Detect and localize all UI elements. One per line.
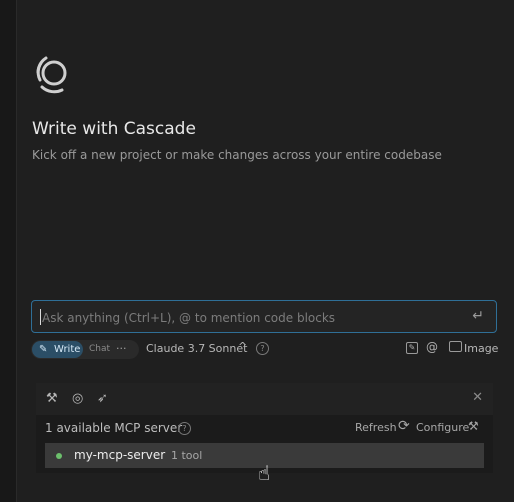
more-options-button[interactable]: ··· — [116, 339, 127, 358]
server-tool-count: 1 tool — [171, 449, 203, 462]
mcp-panel: ⚒ ◎ ➶ ✕ 1 available MCP server ? Refresh… — [36, 383, 493, 473]
pencil-icon: ✎ — [39, 344, 48, 355]
refresh-button[interactable]: Refresh — [355, 421, 397, 434]
help-icon[interactable]: ? — [256, 342, 269, 355]
enter-icon[interactable]: ↵ — [472, 308, 484, 324]
image-icon[interactable] — [449, 341, 462, 352]
chevron-up-icon[interactable]: ^ — [238, 340, 247, 353]
help-icon[interactable]: ? — [178, 422, 191, 435]
page-title: Write with Cascade — [32, 119, 196, 139]
edit-file-icon[interactable]: ✎ — [406, 342, 418, 354]
page-subtitle: Kick off a new project or make changes a… — [32, 148, 442, 162]
hammer-icon[interactable]: ⚒ — [46, 391, 58, 406]
mode-write-button[interactable]: ✎ Write — [32, 341, 83, 358]
hand-pointer-icon: ☝ — [258, 461, 271, 485]
globe-icon[interactable]: ◎ — [72, 391, 83, 406]
chat-input-box[interactable]: ↵ — [31, 300, 497, 334]
model-selector[interactable]: Claude 3.7 Sonnet — [146, 342, 247, 355]
mention-icon[interactable]: @ — [426, 340, 438, 354]
server-name: my-mcp-server — [74, 448, 166, 462]
image-button-label[interactable]: Image — [464, 342, 498, 355]
close-icon[interactable]: ✕ — [472, 390, 483, 405]
mcp-panel-tabs: ⚒ ◎ ➶ ✕ — [36, 383, 493, 415]
configure-button[interactable]: Configure — [416, 421, 469, 434]
server-status-dot — [56, 453, 62, 459]
mcp-server-count: 1 available MCP server — [45, 421, 183, 435]
chat-input[interactable] — [40, 301, 464, 334]
cascade-logo-icon — [36, 56, 67, 94]
left-panel-edge — [0, 0, 17, 502]
mode-chat-button[interactable]: Chat — [89, 340, 110, 359]
refresh-icon[interactable]: ⟳ — [398, 418, 410, 434]
mode-toggle: ✎ Write Chat ··· — [31, 340, 139, 359]
hammer-icon[interactable]: ⚒ — [468, 419, 479, 433]
input-toolbar: ✎ Write Chat ··· Claude 3.7 Sonnet ^ ? ✎… — [31, 340, 498, 360]
rocket-icon[interactable]: ➶ — [97, 391, 108, 406]
mode-write-label: Write — [54, 344, 81, 355]
